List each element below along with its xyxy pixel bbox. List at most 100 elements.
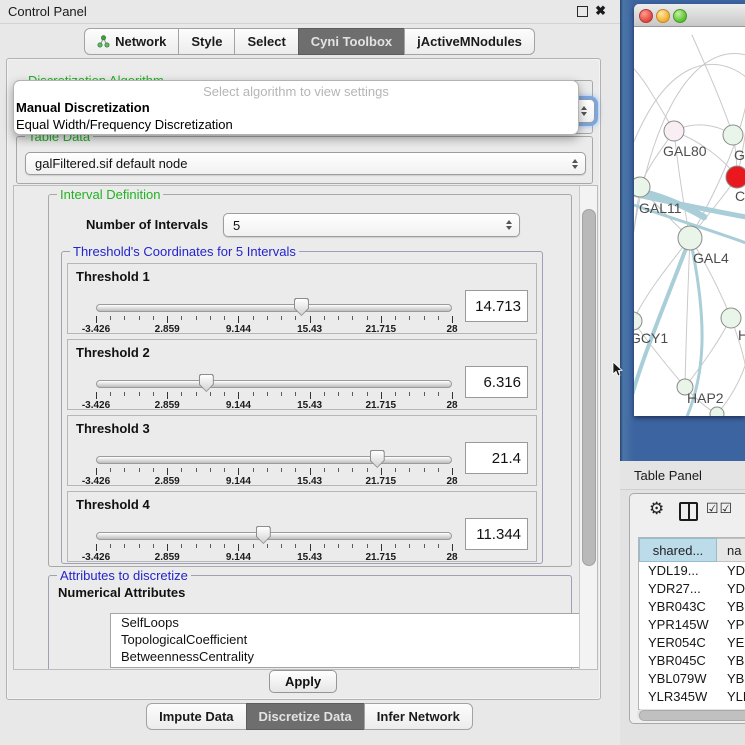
horizontal-scrollbar-thumb[interactable] [639,710,745,721]
network-edge[interactable] [692,35,733,135]
tick-mark [167,468,168,475]
slider-track[interactable] [96,380,452,388]
threshold-row-threshold-1: Threshold 1 -3.4262.8599.14415.4321.71528… [67,263,537,334]
network-window-titlebar[interactable] [634,4,745,27]
gear-icon[interactable]: ⚙ [649,499,664,519]
tab-label: Cyni Toolbox [311,34,392,49]
threshold-slider[interactable]: -3.4262.8599.14415.4321.71528 [96,378,452,408]
tick-mark [395,392,396,396]
number-of-intervals-combobox[interactable]: 5 [223,213,520,237]
apply-button[interactable]: Apply [269,670,337,693]
tab-label: Select [247,34,285,49]
table-data-group: Table Data galFiltered.sif default node [16,136,593,184]
tick-mark [238,468,239,475]
tick-mark [338,392,339,396]
node-label: GAL4 [693,250,729,266]
numerical-attributes-list[interactable]: SelfLoopsTopologicalCoefficientBetweenne… [110,613,594,668]
slider-thumb[interactable] [294,298,309,316]
network-edge[interactable] [685,318,731,387]
column-header-shared-name[interactable]: shared... [639,538,717,562]
network-node-gal11[interactable] [634,177,650,197]
network-edge[interactable] [685,238,690,387]
table-row[interactable]: YLR345WYLR3 [639,688,745,706]
threshold-value-field[interactable]: 11.344 [465,518,528,550]
tab-network[interactable]: Network [84,28,179,55]
tick-mark [310,544,311,551]
tick-label: 2.859 [155,552,180,563]
threshold-slider[interactable]: -3.4262.8599.14415.4321.71528 [96,302,452,332]
network-graph: GAL80GACGAL11GAL4GCY1HHAP2 [634,27,745,416]
attribute-items: SelfLoopsTopologicalCoefficientBetweenne… [111,614,593,665]
popup-item-equal-width-frequency[interactable]: Equal Width/Frequency Discretization [16,117,233,132]
column-header-name[interactable]: na [717,538,745,562]
network-node-gal4[interactable] [678,226,702,250]
list-item-selfloops[interactable]: SelfLoops [111,614,593,631]
tick-mark [124,468,125,472]
table-row[interactable]: YBR045CYBR0 [639,652,745,670]
threshold-value-field[interactable]: 14.713 [465,290,528,322]
slider-track[interactable] [96,532,452,540]
popup-item-manual-discretization[interactable]: Manual Discretization [16,100,150,115]
tab-cyni-toolbox[interactable]: Cyni Toolbox [298,28,405,55]
tick-mark [253,392,254,396]
tab-select[interactable]: Select [234,28,298,55]
tick-mark [381,468,382,475]
tab-infer-network[interactable]: Infer Network [364,703,473,730]
tab-discretize-data[interactable]: Discretize Data [246,703,365,730]
network-node-ga[interactable] [723,125,743,145]
threshold-row-threshold-2: Threshold 2-3.4262.8599.14415.4321.71528… [67,339,537,410]
close-traffic-light-icon[interactable] [639,9,653,23]
tick-mark [295,544,296,548]
tab-style[interactable]: Style [178,28,235,55]
slider-track[interactable] [96,304,452,312]
threshold-label: Threshold 1 [76,269,150,284]
slider-thumb[interactable] [370,450,385,468]
slider-track[interactable] [96,456,452,464]
tick-mark [324,468,325,472]
table-row[interactable]: YDR27...YDR2 [639,580,745,598]
tick-mark [367,392,368,396]
threshold-value-field[interactable]: 21.4 [465,442,528,474]
slider-thumb[interactable] [256,526,271,544]
network-canvas[interactable]: GAL80GACGAL11GAL4GCY1HHAP2 [634,27,745,416]
threshold-value-field[interactable]: 6.316 [465,366,528,398]
table-row[interactable]: YDL19...YDL1 [639,562,745,580]
table-row[interactable]: YPR145WYPR1 [639,616,745,634]
vertical-scrollbar-thumb[interactable] [582,209,596,566]
minimize-traffic-light-icon[interactable] [656,9,670,23]
network-window: GAL80GACGAL11GAL4GCY1HHAP2 [634,4,745,416]
table-data-combobox[interactable]: galFiltered.sif default node [25,152,586,175]
zoom-traffic-light-icon[interactable] [673,9,687,23]
tick-mark [167,316,168,323]
threshold-slider[interactable]: -3.4262.8599.14415.4321.71528 [96,530,452,560]
network-edge[interactable] [717,363,745,414]
tab-impute-data[interactable]: Impute Data [146,703,246,730]
network-node-c[interactable] [726,166,745,188]
network-node-h[interactable] [721,308,741,328]
vertical-scrollbar[interactable] [579,186,597,669]
tick-mark [110,544,111,548]
cell-name: YBL0 [717,670,745,688]
table-row[interactable]: YER054CYER0 [639,634,745,652]
list-item-betweennesscentrality[interactable]: BetweennessCentrality [111,648,593,665]
horizontal-scrollbar[interactable] [637,709,745,720]
cell-shared-name: YBR043C [639,598,717,616]
float-window-icon[interactable] [577,6,588,17]
close-icon[interactable]: ✖ [595,3,606,19]
table-panel: ⚙ ☑☑ shared... na YDL19...YDL1YDR27...YD… [629,493,745,724]
table-row[interactable]: YBL079WYBL0 [639,670,745,688]
tick-mark [381,316,382,323]
network-node-gal80[interactable] [664,121,684,141]
threshold-slider[interactable]: -3.4262.8599.14415.4321.71528 [96,454,452,484]
network-node[interactable] [710,407,724,416]
checkbox-icons[interactable]: ☑☑ [706,500,733,517]
slider-thumb[interactable] [199,374,214,392]
network-edge[interactable] [634,63,674,131]
columns-icon[interactable] [679,502,698,521]
tab-jactivemnodules[interactable]: jActiveMNodules [404,28,535,55]
network-node-gcy1[interactable] [634,312,642,330]
tick-mark [224,544,225,548]
table-row[interactable]: YBR043CYBR0 [639,598,745,616]
tick-mark [281,544,282,548]
list-item-topologicalcoefficient[interactable]: TopologicalCoefficient [111,631,593,648]
